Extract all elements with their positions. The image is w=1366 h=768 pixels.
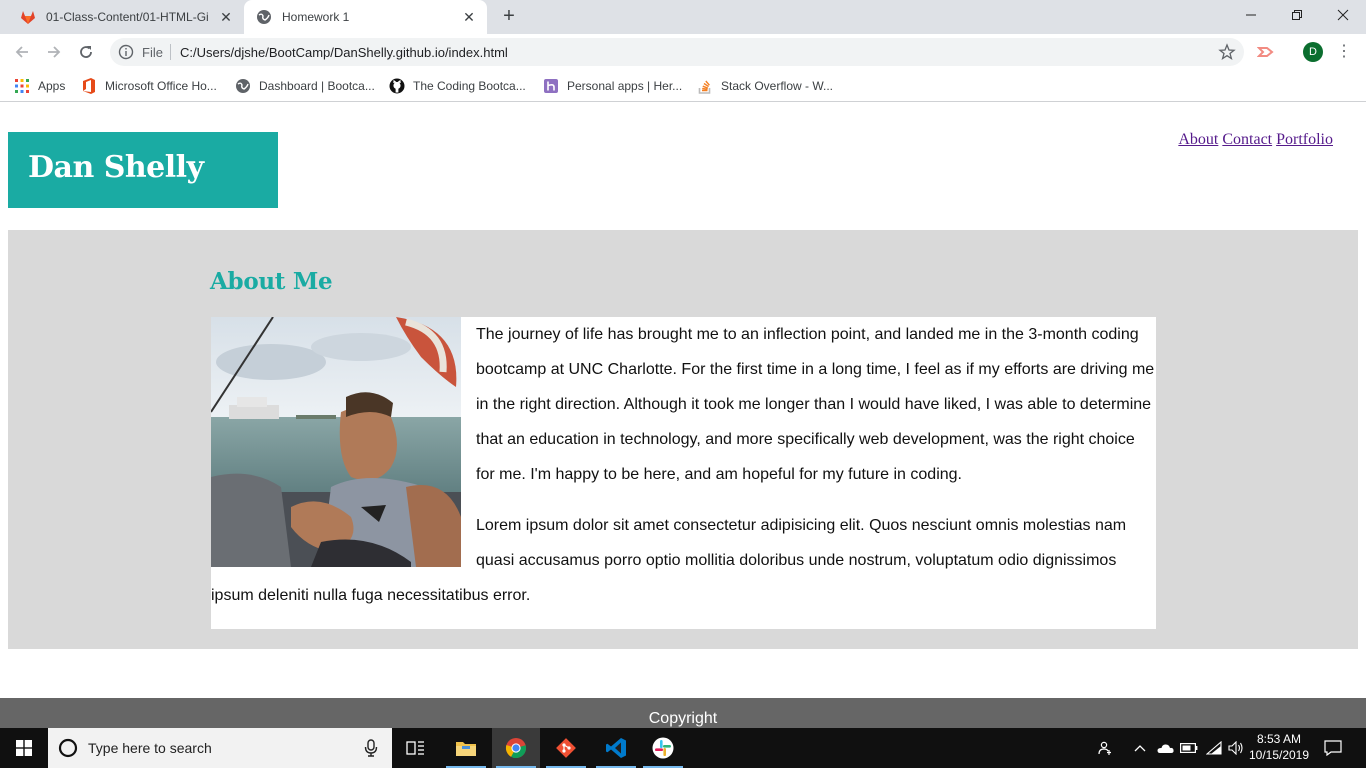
bookmark-label: The Coding Bootca... bbox=[413, 79, 526, 93]
taskbar-file-explorer[interactable] bbox=[442, 728, 490, 768]
tab-title: Homework 1 bbox=[282, 10, 350, 24]
windows-taskbar: Type here to search 8:53 AM 10/15/2019 bbox=[0, 728, 1366, 768]
browser-toolbar: File C:/Users/djshe/BootCamp/DanShelly.g… bbox=[0, 34, 1366, 70]
volume-icon[interactable] bbox=[1226, 728, 1246, 768]
nav-link-about[interactable]: About bbox=[1178, 131, 1218, 148]
close-icon[interactable]: ✕ bbox=[218, 9, 234, 25]
bookmark-label: Stack Overflow - W... bbox=[721, 79, 834, 93]
restore-button[interactable] bbox=[1274, 0, 1320, 30]
task-view-button[interactable] bbox=[392, 728, 440, 768]
onedrive-icon[interactable] bbox=[1154, 728, 1176, 768]
task-view-icon bbox=[406, 741, 424, 755]
clock-time: 8:53 AM bbox=[1256, 732, 1302, 746]
reload-button[interactable] bbox=[74, 40, 98, 64]
about-card: The journey of life has brought me to an… bbox=[211, 317, 1156, 629]
browser-tab-class-content[interactable]: 01-Class-Content/01-HTML-Git-C ✕ bbox=[8, 0, 244, 34]
bookmarks-bar: Apps Microsoft Office Ho... Dashboard | … bbox=[0, 70, 1366, 102]
microphone-icon[interactable] bbox=[364, 739, 378, 757]
bookmark-office[interactable]: Microsoft Office Ho... bbox=[81, 76, 217, 96]
window-close-button[interactable] bbox=[1320, 0, 1366, 30]
nav-link-contact[interactable]: Contact bbox=[1222, 131, 1272, 148]
taskbar-vscode[interactable] bbox=[592, 728, 640, 768]
windows-logo-icon bbox=[16, 740, 32, 756]
minimize-button[interactable] bbox=[1228, 0, 1274, 30]
chevron-up-icon[interactable] bbox=[1130, 728, 1150, 768]
bookmark-coding-bootcamp[interactable]: The Coding Bootca... bbox=[389, 76, 526, 96]
url-scheme: File bbox=[142, 45, 163, 60]
heroku-icon bbox=[543, 78, 559, 94]
people-icon[interactable] bbox=[1094, 728, 1118, 768]
taskbar-git[interactable] bbox=[542, 728, 590, 768]
back-button[interactable] bbox=[10, 40, 34, 64]
about-section: About Me The journey of life has brought… bbox=[8, 230, 1358, 649]
battery-icon[interactable] bbox=[1178, 728, 1200, 768]
close-icon[interactable]: ✕ bbox=[461, 9, 477, 25]
site-title: Dan Shelly bbox=[28, 150, 204, 185]
git-icon bbox=[556, 738, 576, 758]
github-icon bbox=[389, 78, 405, 94]
wifi-icon[interactable] bbox=[1203, 728, 1225, 768]
clock-date: 10/15/2019 bbox=[1248, 748, 1310, 762]
bookmark-label: Microsoft Office Ho... bbox=[105, 79, 217, 93]
url-text[interactable]: C:/Users/djshe/BootCamp/DanShelly.github… bbox=[180, 45, 508, 60]
extension-icon[interactable] bbox=[1256, 43, 1275, 61]
globe-icon bbox=[256, 9, 272, 25]
info-icon[interactable] bbox=[118, 44, 134, 60]
taskbar-search-box[interactable]: Type here to search bbox=[48, 728, 392, 768]
address-bar[interactable]: File C:/Users/djshe/BootCamp/DanShelly.g… bbox=[110, 38, 1244, 66]
browser-tab-homework[interactable]: Homework 1 ✕ bbox=[244, 0, 487, 34]
nav-link-portfolio[interactable]: Portfolio bbox=[1276, 131, 1333, 148]
search-placeholder: Type here to search bbox=[88, 740, 212, 756]
stackoverflow-icon bbox=[697, 78, 713, 94]
web-page: Dan Shelly About Contact Portfolio About M… bbox=[0, 103, 1366, 728]
browser-tab-strip: 01-Class-Content/01-HTML-Git-C ✕ Homewor… bbox=[0, 0, 1366, 34]
bookmark-label: Apps bbox=[38, 79, 66, 93]
brand-header: Dan Shelly bbox=[8, 132, 278, 208]
cortana-icon bbox=[58, 738, 78, 758]
notification-icon[interactable] bbox=[1318, 728, 1348, 768]
about-heading: About Me bbox=[210, 268, 333, 295]
bookmark-label: Personal apps | Her... bbox=[567, 79, 683, 93]
bookmark-stackoverflow[interactable]: Stack Overflow - W... bbox=[697, 76, 833, 96]
taskbar-slack[interactable] bbox=[639, 728, 687, 768]
profile-avatar[interactable]: D bbox=[1303, 42, 1323, 62]
about-text: The journey of life has brought me to an… bbox=[211, 317, 1156, 629]
menu-icon[interactable]: ⋮ bbox=[1336, 42, 1352, 62]
start-button[interactable] bbox=[0, 728, 48, 768]
chrome-icon bbox=[505, 738, 527, 759]
vscode-icon bbox=[606, 738, 626, 758]
bookmark-star-icon[interactable] bbox=[1218, 43, 1236, 61]
site-nav: About Contact Portfolio bbox=[1174, 131, 1333, 149]
tab-title: 01-Class-Content/01-HTML-Git-C bbox=[46, 10, 208, 24]
divider bbox=[170, 44, 171, 60]
bookmark-dashboard[interactable]: Dashboard | Bootca... bbox=[235, 76, 375, 96]
taskbar-clock[interactable]: 8:53 AM 10/15/2019 bbox=[1248, 731, 1310, 763]
folder-icon bbox=[456, 742, 476, 756]
footer-copyright: Copyright bbox=[648, 710, 718, 727]
globe-icon bbox=[235, 78, 251, 94]
site-footer: Copyright bbox=[0, 698, 1366, 728]
slack-icon bbox=[652, 737, 674, 759]
bookmark-apps[interactable]: Apps bbox=[14, 76, 65, 96]
bookmark-label: Dashboard | Bootca... bbox=[259, 79, 375, 93]
taskbar-chrome[interactable] bbox=[492, 728, 540, 768]
bookmark-heroku[interactable]: Personal apps | Her... bbox=[543, 76, 682, 96]
new-tab-button[interactable]: + bbox=[498, 6, 520, 28]
office-icon bbox=[81, 78, 97, 94]
apps-grid-icon bbox=[14, 78, 30, 94]
forward-button[interactable] bbox=[42, 40, 66, 64]
gitlab-icon bbox=[20, 9, 36, 25]
